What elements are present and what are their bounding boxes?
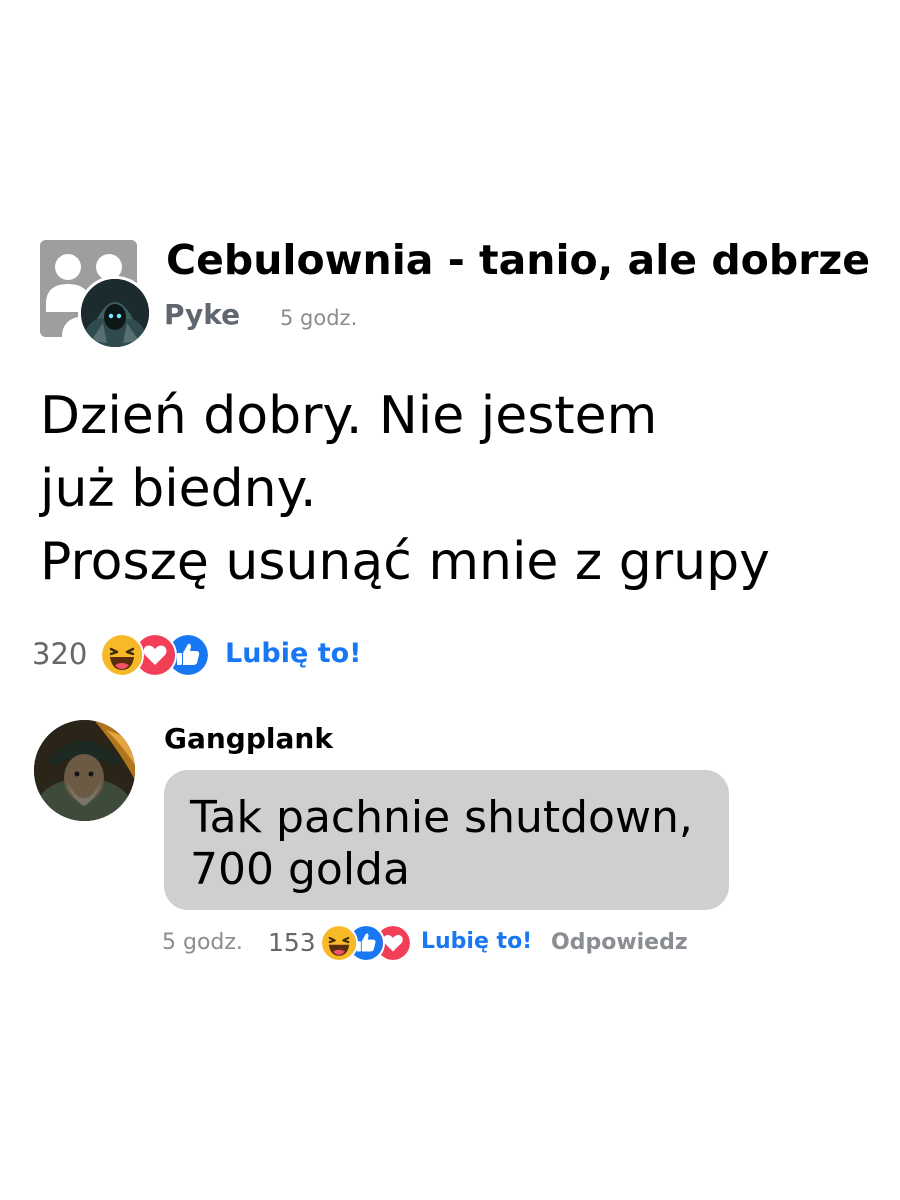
comment-reply-button[interactable]: Odpowiedz [551,930,688,955]
comment-like-button[interactable]: Lubię to! [421,929,532,954]
comment-text-line: Tak pachnie shutdown, [190,792,693,843]
post-reaction-icons[interactable] [100,633,212,677]
commenter-name[interactable]: Gangplank [164,722,333,755]
poster-avatar[interactable] [78,276,152,350]
comment-bubble: Tak pachnie shutdown, 700 golda [164,770,729,910]
post-text-line: już biedny. [40,459,317,519]
post-like-button[interactable]: Lubię to! [225,638,362,669]
commenter-avatar[interactable] [34,720,135,821]
comment-reaction-icons[interactable] [320,924,412,962]
haha-reaction-icon [100,633,144,677]
haha-reaction-icon [320,924,358,962]
comment-reaction-count[interactable]: 153 [268,928,316,957]
poster-name[interactable]: Pyke [164,298,240,331]
post-timestamp[interactable]: 5 godz. [280,306,357,330]
post-text-line: Proszę usunąć mnie z grupy [40,532,770,592]
comment-text-line: 700 golda [190,844,410,895]
post-reaction-count[interactable]: 320 [32,637,87,671]
post-text: Dzień dobry. Nie jestem już biedny. Pros… [40,380,880,599]
group-name[interactable]: Cebulownia - tanio, ale dobrze [166,236,870,284]
comment-timestamp[interactable]: 5 godz. [162,930,243,955]
pyke-portrait-icon [81,279,149,347]
post-text-line: Dzień dobry. Nie jestem [40,386,658,446]
comment-text: Tak pachnie shutdown, 700 golda [190,792,703,896]
gangplank-portrait-icon [34,720,135,821]
